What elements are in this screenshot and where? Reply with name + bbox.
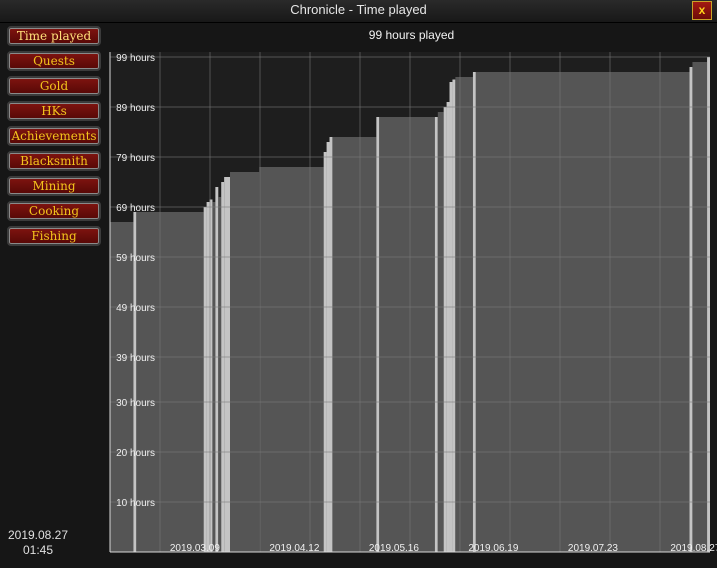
bar xyxy=(259,167,324,552)
bar xyxy=(689,67,693,552)
y-tick-label: 99 hours xyxy=(116,53,155,64)
y-tick-label: 30 hours xyxy=(116,398,155,409)
y-tick-label: 49 hours xyxy=(116,303,155,314)
bar xyxy=(212,202,216,552)
bar xyxy=(443,107,447,552)
bar xyxy=(434,117,438,552)
bar xyxy=(475,72,690,552)
y-tick-label: 59 hours xyxy=(116,253,155,264)
bar xyxy=(203,207,207,552)
bar xyxy=(707,57,710,552)
bar xyxy=(218,197,222,552)
y-tick-label: 79 hours xyxy=(116,153,155,164)
chronicle-window: Chronicle - Time played x Time played Qu… xyxy=(0,0,717,568)
bar xyxy=(379,117,435,552)
bar xyxy=(224,177,230,552)
bar xyxy=(472,72,476,552)
bar xyxy=(452,79,456,552)
bar xyxy=(376,117,380,552)
y-tick-label: 39 hours xyxy=(116,353,155,364)
time-played-chart: 99 hours 89 hours 79 hours 69 hours 59 hours… xyxy=(109,52,717,554)
bar xyxy=(221,182,225,552)
y-tick-label: 89 hours xyxy=(116,103,155,114)
bar xyxy=(437,112,444,552)
y-tick-label: 10 hours xyxy=(116,498,155,509)
bar xyxy=(446,102,450,552)
y-tick-label: 69 hours xyxy=(116,203,155,214)
bar xyxy=(206,202,210,552)
bar xyxy=(323,152,327,552)
bar xyxy=(215,187,219,552)
bar xyxy=(455,77,473,552)
bar xyxy=(230,172,260,552)
bar xyxy=(326,142,330,552)
bar xyxy=(449,82,453,552)
y-tick-label: 20 hours xyxy=(116,448,155,459)
bar xyxy=(332,137,377,552)
bar xyxy=(329,137,333,552)
